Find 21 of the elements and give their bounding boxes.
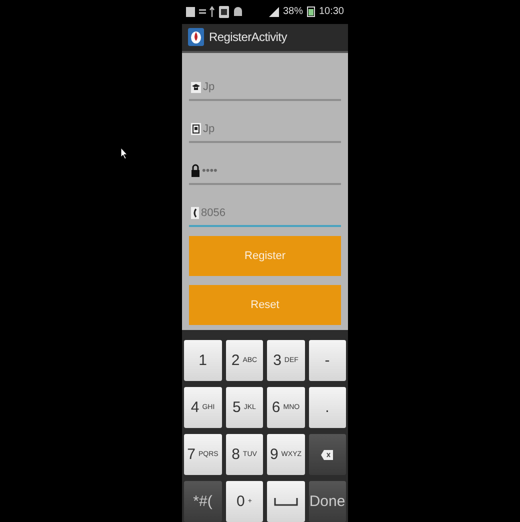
keyboard-key[interactable]: *#(: [184, 481, 222, 522]
backspace-icon: [321, 450, 334, 460]
backspace-key[interactable]: [308, 434, 346, 475]
clock: 10:30: [318, 6, 344, 18]
space-icon: [274, 498, 298, 506]
keyboard-key[interactable]: .: [308, 387, 346, 428]
notification-icons: [186, 6, 244, 18]
keyboard-key[interactable]: 1: [184, 340, 222, 381]
app-icon: [188, 28, 204, 46]
signal-icon: [268, 6, 279, 18]
app-title: RegisterActivity: [209, 30, 287, 44]
mouse-cursor-icon: [121, 148, 128, 159]
card-icon: [191, 123, 201, 135]
keyboard-key[interactable]: -: [308, 340, 346, 381]
lock-icon: [191, 164, 200, 177]
cap-icon: [191, 82, 201, 93]
keyboard-key[interactable]: Done: [308, 481, 346, 522]
battery-icon: [306, 6, 315, 18]
space-key[interactable]: [267, 481, 304, 522]
phone-icon: [191, 207, 199, 219]
battery-percent: 38%: [282, 6, 303, 18]
